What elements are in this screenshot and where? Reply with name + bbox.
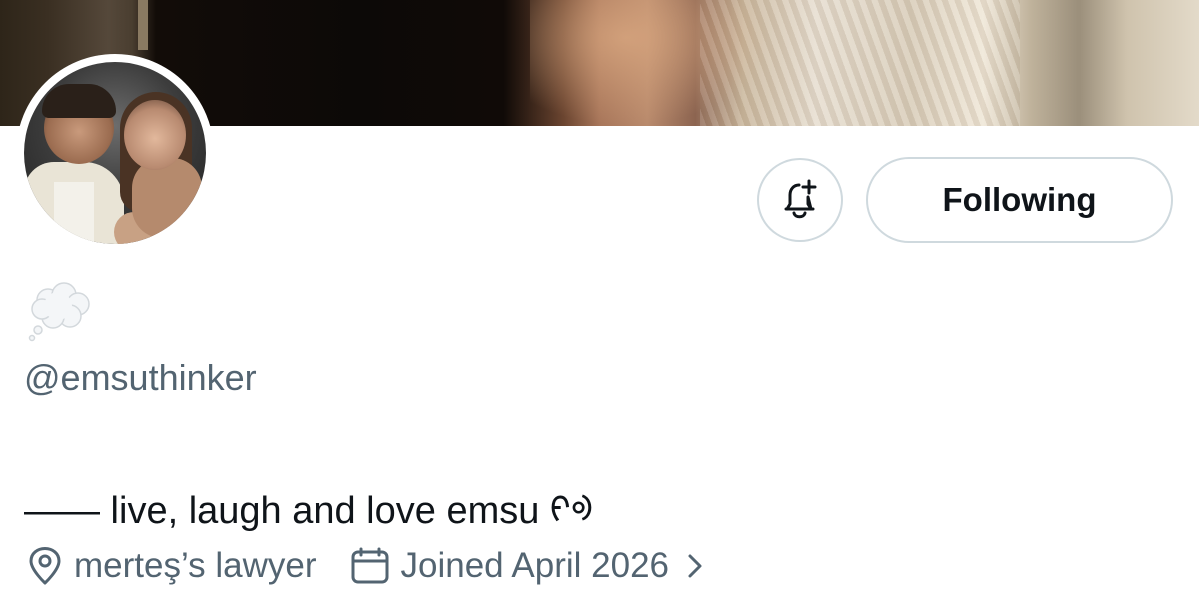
joined-text: Joined April 2026 [400,546,670,585]
location-pin-icon [29,547,61,585]
notify-button[interactable] [757,158,843,242]
banner-lace-texture [700,0,1020,126]
thought-bubble-icon [26,282,94,342]
avatar-shirt [54,182,94,244]
profile-handle: @emsuthinker [24,357,257,398]
bell-plus-icon [784,179,817,219]
banner-door-frame [138,0,148,50]
calendar-icon [351,547,389,584]
avatar[interactable] [24,62,206,244]
profile-bio: —— live, laugh and love emsu ᠻᢀ [24,490,593,532]
avatar-person-left-hair [42,84,116,118]
location-item: merteş’s lawyer [26,546,316,586]
profile-meta: merteş’s lawyer Joined April 2026 [26,540,703,592]
avatar-person-right-body [132,158,202,238]
location-text: merteş’s lawyer [74,546,317,585]
avatar-person-right-face [124,100,186,170]
following-button[interactable]: Following [866,157,1173,243]
chevron-right-icon[interactable] [687,552,703,580]
joined-item[interactable]: Joined April 2026 [350,546,703,586]
